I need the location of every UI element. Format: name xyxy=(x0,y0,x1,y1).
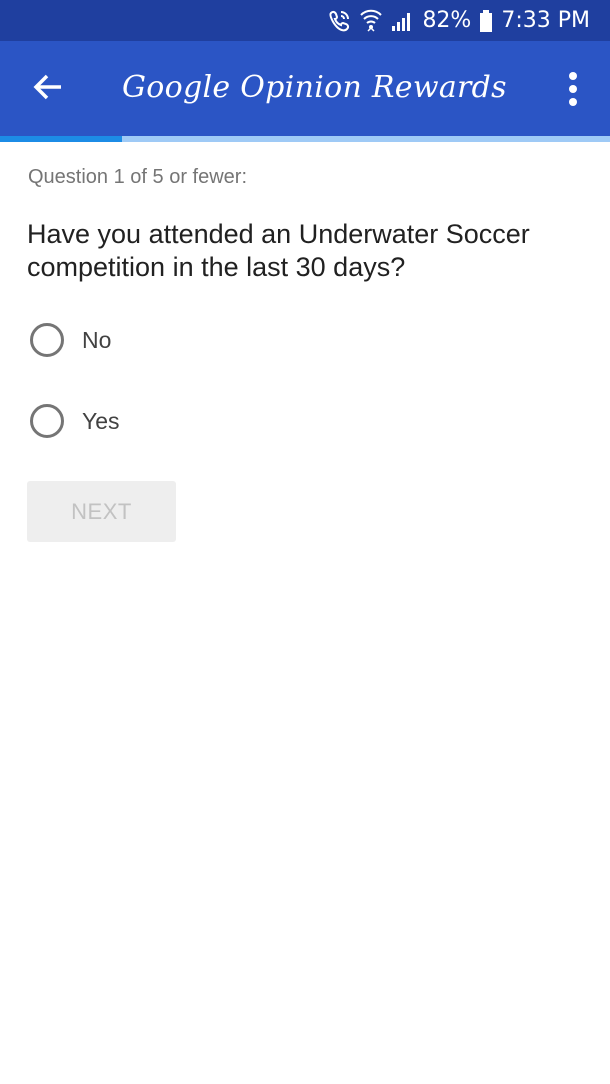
answer-label-no: No xyxy=(82,326,112,353)
app-bar: Google Opinion Rewards xyxy=(0,41,610,136)
wifi-calling-icon xyxy=(326,9,352,33)
app-title: Google Opinion Rewards xyxy=(122,70,507,105)
battery-icon xyxy=(479,9,493,33)
question-text: Have you attended an Underwater Soccer c… xyxy=(27,219,530,282)
answer-option-yes[interactable]: Yes xyxy=(30,397,330,445)
radio-button-yes[interactable] xyxy=(30,404,64,438)
more-options-button[interactable] xyxy=(556,69,590,109)
clock: 7:33 PM xyxy=(501,8,590,33)
survey-progress-fill xyxy=(0,136,122,142)
answer-option-no[interactable]: No xyxy=(30,316,330,364)
arrow-back-icon xyxy=(33,73,63,106)
status-bar: 82% 7:33 PM xyxy=(0,0,610,41)
more-vert-icon xyxy=(569,72,577,80)
radio-button-no[interactable] xyxy=(30,323,64,357)
question-counter: Question 1 of 5 or fewer: xyxy=(28,166,248,188)
wifi-icon xyxy=(360,9,383,33)
signal-icon xyxy=(390,10,414,32)
back-button[interactable] xyxy=(26,69,70,109)
answer-label-yes: Yes xyxy=(82,407,120,434)
next-button[interactable]: NEXT xyxy=(27,481,176,542)
survey-progress-bar xyxy=(0,136,610,142)
battery-percent: 82% xyxy=(422,8,472,33)
